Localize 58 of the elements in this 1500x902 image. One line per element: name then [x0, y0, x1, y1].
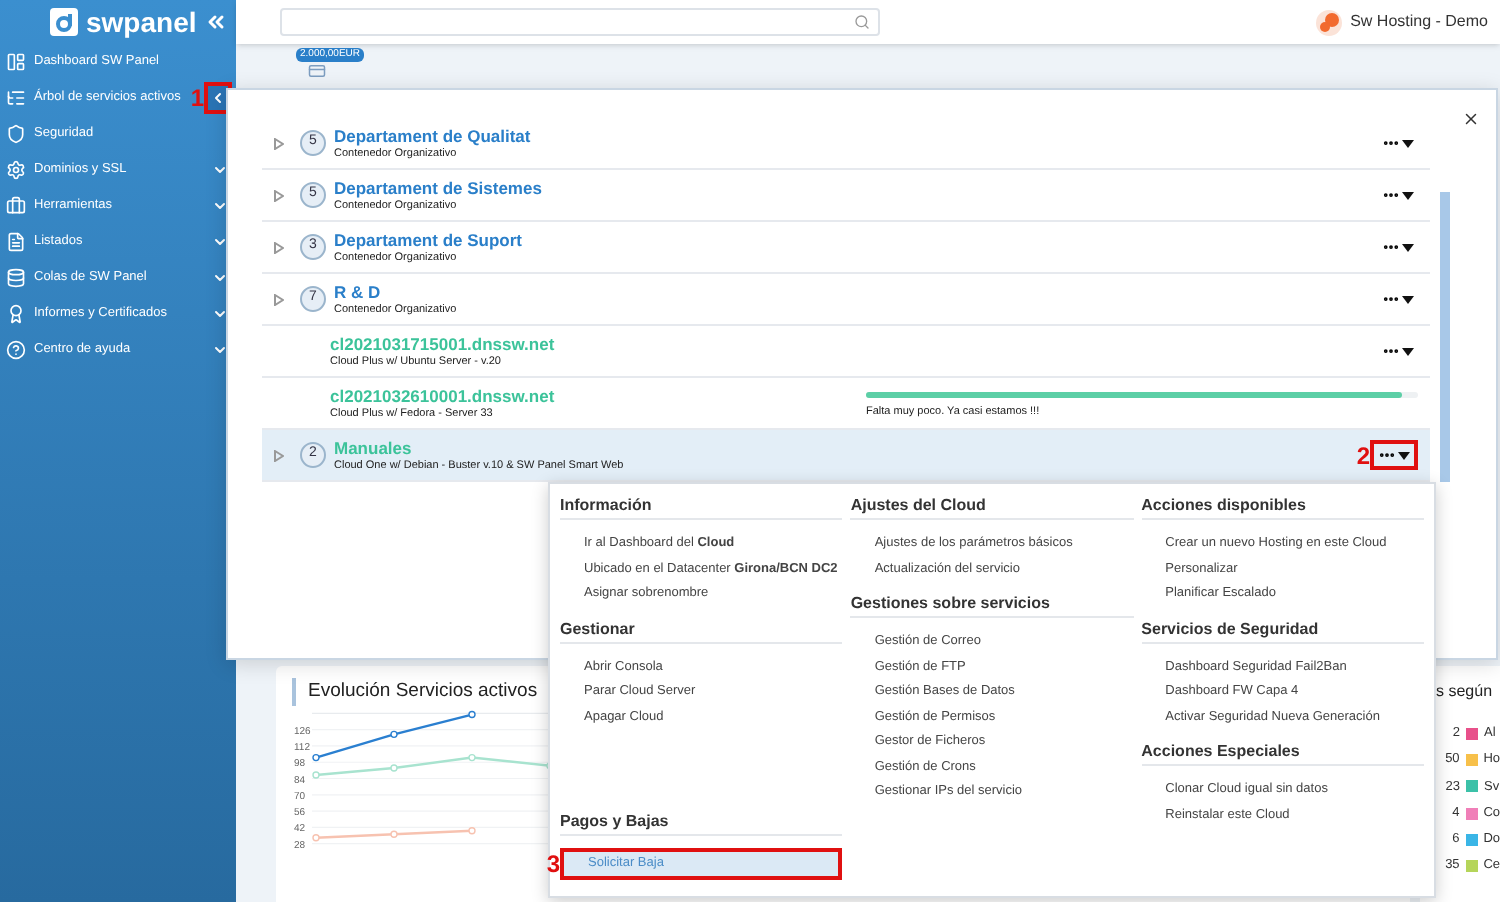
- section-heading: Acciones Especiales: [1141, 738, 1424, 766]
- row-title[interactable]: R & D: [334, 281, 457, 303]
- menu-icon: [6, 52, 26, 72]
- point: [312, 753, 320, 762]
- caret-icon: [1402, 243, 1414, 251]
- point: [468, 827, 476, 835]
- user-name: Sw Hosting - Demo: [1350, 10, 1488, 34]
- menu-icon: [6, 124, 26, 144]
- scrollbar[interactable]: [1440, 192, 1450, 482]
- point: [468, 753, 476, 762]
- point: [390, 764, 398, 772]
- point: [390, 730, 398, 739]
- logo-icon: [50, 8, 78, 36]
- row-title[interactable]: Departament de Sistemes: [334, 177, 542, 199]
- menu-icon: [6, 268, 26, 288]
- chevron-left-icon: [210, 90, 226, 106]
- caret-icon: [1398, 451, 1410, 459]
- point: [390, 830, 398, 838]
- card-title: s según: [1436, 684, 1495, 700]
- point: [312, 771, 320, 779]
- close-icon[interactable]: [1462, 110, 1480, 128]
- menu-icon: [6, 88, 26, 108]
- collapse-icon[interactable]: [204, 10, 228, 34]
- annotation-number: 2: [1356, 443, 1370, 467]
- expand-icon[interactable]: [274, 241, 284, 253]
- expand-icon[interactable]: [274, 293, 284, 305]
- logo-text: swpanel: [86, 8, 197, 36]
- row-title[interactable]: Departament de Suport: [334, 229, 522, 251]
- section-heading: Pagos y Bajas: [560, 807, 843, 835]
- section-heading: Ajustes del Cloud: [850, 492, 1134, 520]
- caret-icon: [1402, 191, 1414, 199]
- expand-icon[interactable]: [274, 449, 284, 461]
- annotation-number: 3: [546, 851, 560, 876]
- menu-icon: [6, 304, 26, 324]
- expand-icon[interactable]: [274, 189, 284, 201]
- menu-icon: [6, 196, 26, 216]
- card-icon: [308, 62, 326, 80]
- menu-icon: [6, 340, 26, 360]
- menu-icon: [6, 232, 26, 252]
- section-heading: Gestionar: [560, 615, 843, 643]
- section-heading: Servicios de Seguridad: [1141, 615, 1424, 643]
- caret-icon: [1402, 139, 1414, 147]
- point: [468, 710, 476, 719]
- caret-icon: [1402, 295, 1414, 303]
- section-heading: Acciones disponibles: [1141, 492, 1424, 520]
- menu-icon: [6, 160, 26, 180]
- search-field[interactable]: [280, 8, 880, 36]
- collapse-tab[interactable]: [208, 86, 228, 110]
- annotation-number: 1: [190, 86, 204, 110]
- search-icon: [854, 14, 870, 30]
- section-heading: Información: [560, 492, 843, 520]
- expand-icon[interactable]: [274, 137, 284, 149]
- point: [312, 834, 320, 842]
- row-title[interactable]: Departament de Qualitat: [334, 125, 531, 147]
- section-heading: Gestiones sobre servicios: [850, 590, 1134, 618]
- caret-icon: [1402, 347, 1414, 355]
- avatar-icon[interactable]: [1316, 9, 1343, 35]
- card-title: Evolución Servicios activos: [308, 682, 538, 702]
